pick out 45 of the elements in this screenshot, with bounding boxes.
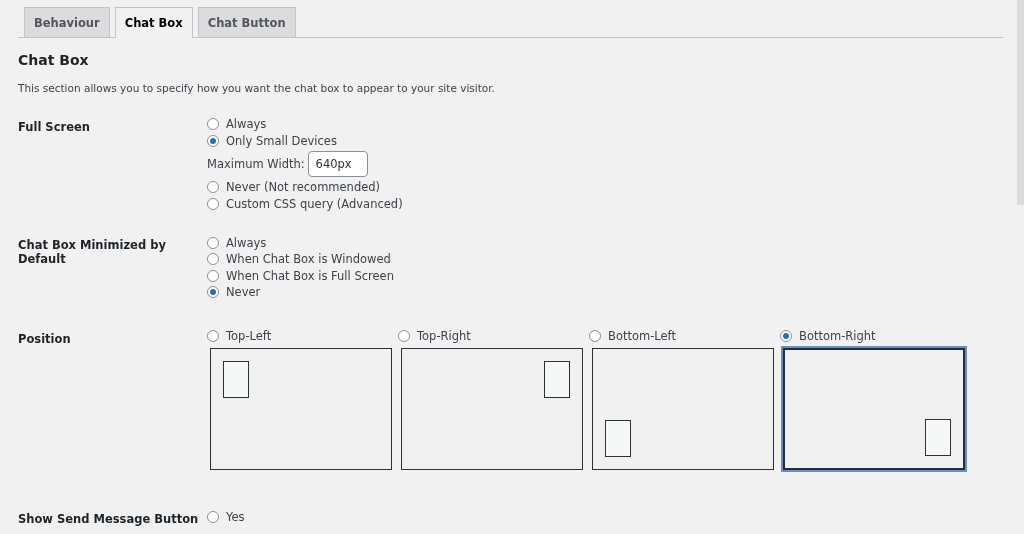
option-label: Top-Left [226,329,272,344]
radio-button[interactable] [207,181,219,194]
option-label: Never [226,285,261,300]
radio-button[interactable] [589,330,601,343]
tab[interactable]: Chat Box [114,7,193,38]
position-preview[interactable] [783,348,965,471]
section-heading: Chat Box [18,52,90,68]
option-label: Always [226,235,267,250]
setting-label: Chat Box Minimized by Default [18,237,167,269]
setting-label: Show Send Message Button [18,511,200,527]
setting-label: Position [18,330,72,348]
option-label: Bottom-Right [799,329,876,344]
radio-button[interactable] [207,198,219,211]
radio-button[interactable] [207,330,219,343]
option-label: Never (Not recommended) [226,180,381,195]
radio-button[interactable] [207,286,219,299]
section-description: This section allows you to specify how you want the chat box to appear to your site visitor. [18,82,496,94]
option-label: Only Small Devices [226,133,337,148]
option-label: Bottom-Left [608,329,676,344]
position-preview[interactable] [592,348,774,471]
option-label: When Chat Box is Windowed [226,252,391,267]
chat-box-marker [925,419,951,457]
radio-button[interactable] [207,236,219,249]
radio-button[interactable] [207,134,219,147]
tab[interactable]: Behaviour [24,7,110,37]
radio-button[interactable] [207,118,219,131]
radio-button[interactable] [207,269,219,282]
chat-box-marker [605,420,631,458]
option-label: When Chat Box is Full Screen [226,268,394,283]
width-input[interactable]: 640px [307,151,368,178]
chat-box-marker [544,361,570,399]
position-preview[interactable] [210,348,392,471]
field-label: Maximum Width: [207,157,305,172]
radio-button[interactable] [207,510,219,523]
setting-label: Full Screen [18,119,91,136]
radio-button[interactable] [207,253,219,266]
option-label: Custom CSS query (Advanced) [226,197,403,212]
tab[interactable]: Chat Button [197,7,296,37]
option-label: Top-Right [417,329,471,344]
position-preview[interactable] [401,348,583,471]
option-label: Yes [226,509,245,524]
radio-button[interactable] [780,330,792,343]
option-label: Always [226,117,267,132]
chat-box-marker [223,361,249,399]
radio-button[interactable] [398,330,410,343]
